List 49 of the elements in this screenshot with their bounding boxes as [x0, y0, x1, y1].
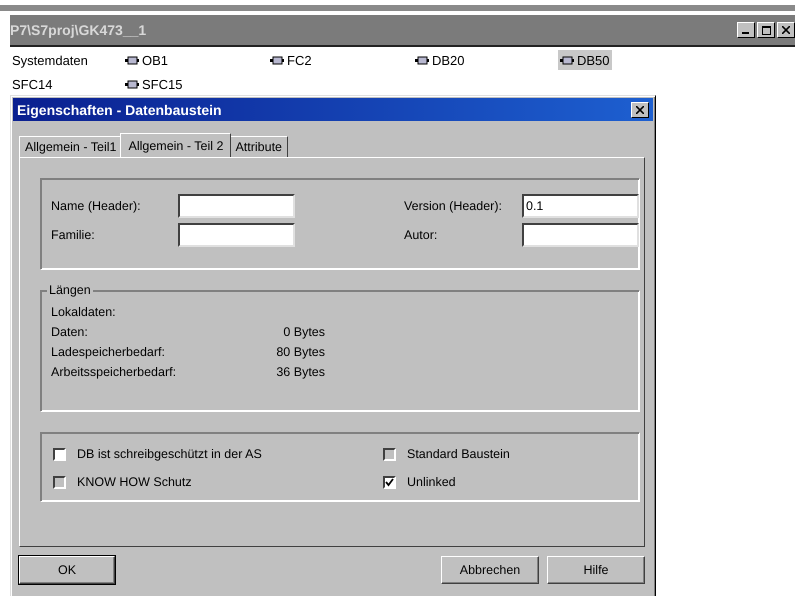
object-item[interactable]: FC2 — [268, 50, 314, 70]
block-icon — [415, 56, 429, 64]
length-label: Ladespeicherbedarf: — [51, 345, 166, 359]
checkbox-label: KNOW HOW Schutz — [77, 475, 192, 489]
length-label: Arbeitsspeicherbedarf: — [51, 365, 178, 379]
close-icon — [636, 106, 644, 114]
length-value: 36 Bytes — [275, 365, 325, 379]
input-field[interactable] — [178, 194, 295, 218]
object-item[interactable]: SFC14 — [10, 74, 54, 94]
ok-button[interactable]: OK — [19, 556, 115, 584]
tab[interactable]: Allgemein - Teil 2 — [120, 133, 232, 157]
field-label: Familie: — [51, 228, 96, 242]
close-button[interactable] — [631, 102, 649, 118]
tab[interactable]: Attribute — [229, 136, 288, 157]
dialog-title: Eigenschaften - Datenbaustein — [17, 102, 223, 118]
close-button[interactable] — [777, 22, 795, 38]
object-item[interactable]: DB20 — [413, 50, 467, 70]
block-icon — [560, 56, 574, 64]
cancel-button[interactable]: Abbrechen — [441, 556, 539, 584]
object-item[interactable]: Systemdaten — [10, 50, 90, 70]
length-value: 80 Bytes — [275, 345, 325, 359]
block-icon — [270, 56, 284, 64]
checkbox-label: Unlinked — [407, 475, 456, 489]
input-field[interactable] — [178, 222, 295, 246]
length-value: 0 Bytes — [282, 325, 325, 339]
checkbox[interactable] — [383, 476, 396, 488]
close-icon — [782, 26, 790, 34]
group-title: Längen — [47, 283, 93, 297]
field-label: Autor: — [404, 228, 438, 242]
block-icon — [125, 56, 139, 64]
checkbox-label: Standard Baustein — [407, 447, 510, 461]
length-label: Lokaldaten: — [51, 305, 117, 319]
help-button[interactable]: Hilfe — [547, 556, 645, 584]
input-field[interactable] — [522, 222, 639, 246]
tab[interactable]: Allgemein - Teil1 — [19, 136, 122, 157]
object-item[interactable]: SFC15 — [123, 74, 184, 94]
object-item[interactable]: OB1 — [123, 50, 170, 70]
maximize-icon — [762, 26, 770, 34]
window-title: P7\S7proj\GK473__1 — [10, 22, 148, 38]
length-label: Daten: — [51, 325, 89, 339]
field-label: Version (Header): — [404, 198, 503, 212]
checkbox-label: DB ist schreibgeschützt in der AS — [77, 447, 262, 461]
input-field[interactable]: 0.1 — [522, 194, 639, 218]
minimize-button[interactable] — [737, 22, 755, 38]
field-label: Name (Header): — [51, 198, 142, 212]
block-icon — [125, 80, 139, 88]
checkbox[interactable] — [53, 448, 66, 460]
maximize-button[interactable] — [757, 22, 775, 38]
object-item[interactable]: DB50 — [558, 50, 612, 70]
